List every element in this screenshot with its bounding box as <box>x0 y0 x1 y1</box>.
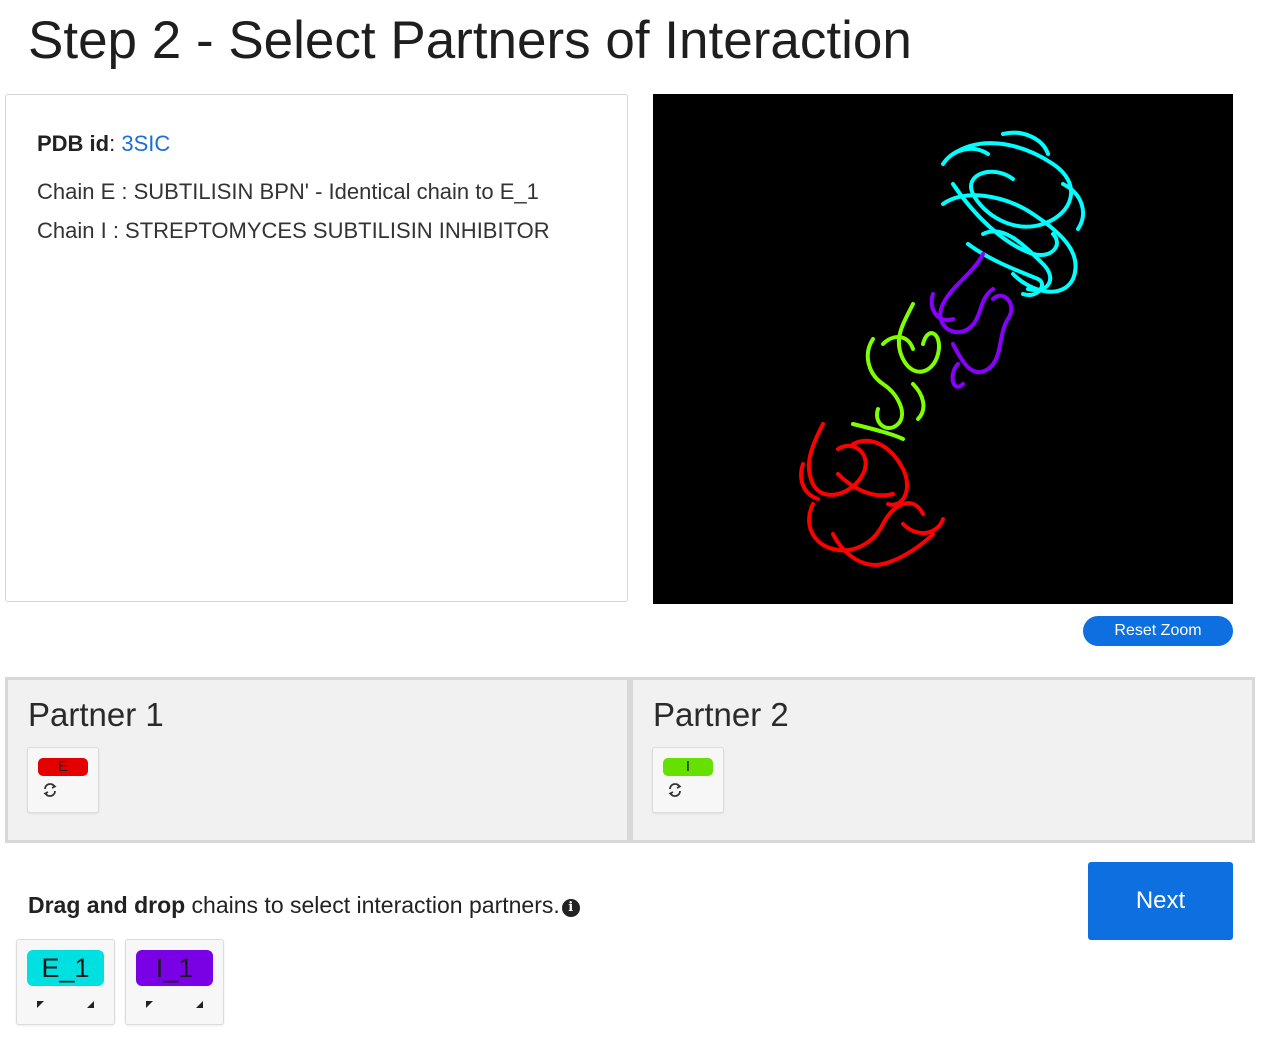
pdb-id-line: PDB id: 3SIC <box>37 131 171 156</box>
partner-1-title: Partner 1 <box>28 696 164 733</box>
drag-drop-instructions: Drag and drop chains to select interacti… <box>28 892 580 919</box>
available-chain-chip-i1[interactable]: I_1 <box>125 939 224 1025</box>
info-icon[interactable]: i <box>561 899 580 917</box>
sync-icon[interactable] <box>667 782 683 798</box>
molecule-viewer[interactable] <box>653 94 1233 604</box>
resize-right-icon[interactable] <box>87 1001 94 1008</box>
resize-right-icon[interactable] <box>196 1001 203 1008</box>
chain-description-i: Chain I : STREPTOMYCES SUBTILISIN INHIBI… <box>37 218 550 243</box>
partner-2-chain-chip[interactable]: I <box>652 747 724 813</box>
pdb-id-link[interactable]: 3SIC <box>121 131 170 156</box>
chain-e1-structure <box>941 130 1085 297</box>
chain-e1-pill[interactable]: E_1 <box>27 950 104 986</box>
available-chain-chip-e1[interactable]: E_1 <box>16 939 115 1025</box>
pdb-id-label: PDB id <box>37 131 110 156</box>
next-button[interactable]: Next <box>1088 862 1233 940</box>
structure-info-panel: PDB id: 3SIC Chain E : SUBTILISIN BPN' -… <box>5 94 628 602</box>
chain-e-pill[interactable]: E <box>38 758 88 776</box>
chain-i1-pill[interactable]: I_1 <box>136 950 213 986</box>
chain-e-structure <box>799 422 945 567</box>
reset-zoom-button[interactable]: Reset Zoom <box>1083 616 1233 646</box>
partner-2-title: Partner 2 <box>653 696 789 733</box>
instructions-bold: Drag and drop <box>28 892 186 918</box>
chain-i1-structure <box>929 252 1014 389</box>
resize-left-icon[interactable] <box>37 1001 44 1008</box>
chain-i-pill[interactable]: I <box>663 758 713 776</box>
partner-1-chain-chip[interactable]: E <box>27 747 99 813</box>
partner-2-dropzone[interactable]: Partner 2 I <box>630 677 1255 843</box>
chain-i-structure <box>851 302 941 441</box>
partner-1-dropzone[interactable]: Partner 1 E <box>5 677 630 843</box>
page-title: Step 2 - Select Partners of Interaction <box>28 11 912 70</box>
resize-left-icon[interactable] <box>146 1001 153 1008</box>
sync-icon[interactable] <box>42 782 58 798</box>
instructions-text: chains to select interaction partners. <box>185 892 560 918</box>
protein-structure-render <box>799 130 1085 567</box>
chain-description-e: Chain E : SUBTILISIN BPN' - Identical ch… <box>37 179 539 204</box>
